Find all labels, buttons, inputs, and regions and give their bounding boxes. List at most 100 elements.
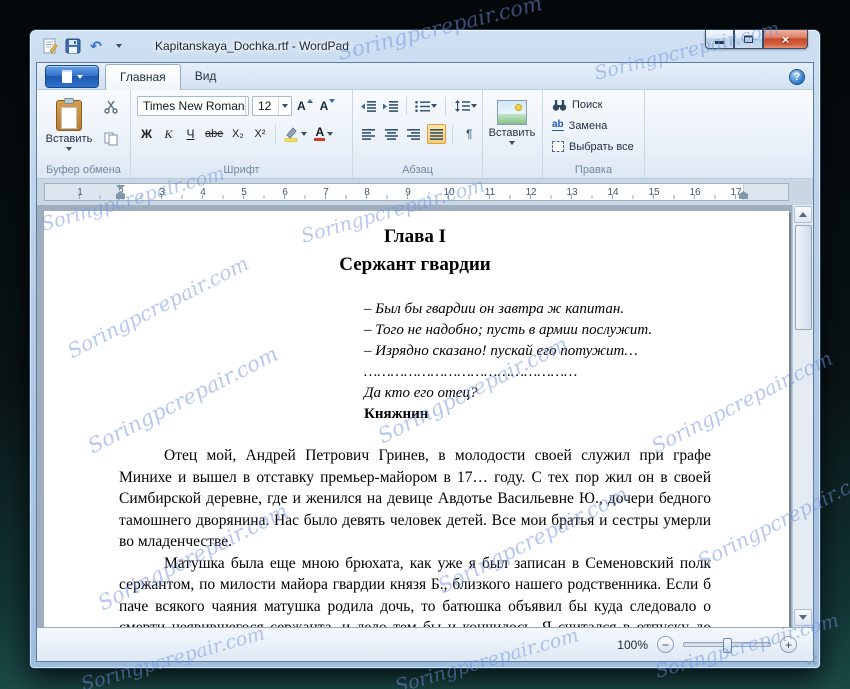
paragraph-mark-icon: ¶: [465, 127, 473, 141]
ruler: 1 2 3 4 5 6 7 8 9 10 11 12 13 14 15 16 1: [44, 183, 789, 201]
window-controls: ×: [705, 30, 808, 49]
ribbon-tab-row: Главная Вид ?: [37, 63, 813, 90]
justify-icon: [430, 128, 444, 140]
replace-label: Замена: [568, 119, 608, 132]
select-all-icon: [552, 141, 564, 152]
paste-label: Вставить: [45, 133, 93, 145]
epigraph-line: …………………………………………: [364, 364, 578, 380]
zoom-level: 100%: [617, 637, 648, 652]
highlight-color-button[interactable]: [282, 124, 309, 144]
zoom-slider[interactable]: [683, 638, 771, 653]
qat-customize-dropdown[interactable]: [109, 37, 129, 55]
paragraph: Матушка была еще мною брюхата, как уже я…: [119, 554, 711, 628]
strikethrough-button[interactable]: abe: [203, 124, 225, 144]
decrease-indent-icon: [360, 100, 376, 112]
font-size-combo[interactable]: 12: [252, 96, 292, 116]
bulleted-list-icon: [415, 100, 431, 112]
ruler-number: 9: [405, 187, 411, 198]
ruler-number: 13: [566, 187, 578, 198]
titlebar[interactable]: ↶ Kapitanskaya_Dochka.rtf - WordPad ×: [30, 30, 820, 62]
increase-indent-button[interactable]: [381, 96, 400, 116]
subscript-button[interactable]: X₂: [228, 124, 247, 144]
ruler-number: 15: [648, 187, 660, 198]
find-label: Поиск: [572, 98, 603, 111]
align-right-icon: [407, 128, 421, 140]
align-left-icon: [362, 128, 376, 140]
vertical-scrollbar[interactable]: [792, 205, 813, 627]
save-button[interactable]: [63, 37, 83, 55]
line-spacing-button[interactable]: [452, 96, 479, 116]
align-left-button[interactable]: [359, 124, 379, 144]
zoom-out-button[interactable]: −: [657, 636, 674, 653]
zoom-slider-thumb[interactable]: [723, 638, 732, 653]
underline-button[interactable]: Ч: [181, 124, 200, 144]
zoom-controls: 100% − +: [617, 628, 797, 661]
copy-button[interactable]: [99, 128, 123, 150]
italic-button[interactable]: К: [159, 124, 178, 144]
ruler-number: 16: [689, 187, 701, 198]
ruler-number: 1: [77, 187, 83, 198]
font-family-combo[interactable]: Times New Roman: [137, 96, 249, 116]
replace-button[interactable]: ab Замена: [549, 116, 642, 135]
document-page[interactable]: Глава I Сержант гвардии – Был бы гвардии…: [44, 211, 789, 627]
maximize-button[interactable]: [734, 30, 763, 49]
align-center-button[interactable]: [382, 124, 402, 144]
binoculars-icon: [552, 99, 567, 111]
grow-font-button[interactable]: А: [295, 96, 315, 116]
scroll-down-button[interactable]: [794, 609, 812, 626]
align-right-button[interactable]: [404, 124, 424, 144]
ruler-number: 5: [241, 187, 247, 198]
chapter-subheading: Сержант гвардии: [339, 254, 491, 275]
font-color-button[interactable]: А: [312, 124, 335, 144]
ribbon: Вставить Буфер обмена Times New Roman 12…: [37, 90, 813, 179]
group-clipboard: Вставить Буфер обмена: [37, 90, 131, 178]
shrink-font-button[interactable]: А: [318, 96, 338, 116]
scrollbar-thumb[interactable]: [795, 225, 812, 330]
body-text: Отец мой, Андрей Петрович Гринев, в моло…: [119, 445, 711, 627]
ruler-number: 4: [200, 187, 206, 198]
group-label-paragraph: Абзац: [402, 164, 433, 176]
ruler-right-margin: [743, 184, 788, 200]
paste-button[interactable]: Вставить: [43, 94, 95, 152]
find-button[interactable]: Поиск: [549, 95, 642, 114]
picture-icon: [497, 100, 527, 125]
arrow-up-icon: [799, 212, 807, 217]
resize-grip[interactable]: [806, 654, 818, 666]
application-menu-button[interactable]: [45, 65, 99, 88]
ruler-number: 10: [443, 187, 455, 198]
arrow-down-icon: [799, 615, 807, 620]
clipboard-small-buttons: [99, 96, 123, 150]
ruler-number: 12: [525, 187, 537, 198]
superscript-button[interactable]: X²: [250, 124, 269, 144]
epigraph-line: Да кто его отец?: [364, 385, 478, 401]
chevron-down-icon: [509, 141, 515, 145]
align-center-icon: [384, 128, 398, 140]
minimize-button[interactable]: [705, 30, 734, 49]
list-button[interactable]: [413, 96, 440, 116]
zoom-in-button[interactable]: +: [780, 636, 797, 653]
window-title: Kapitanskaya_Dochka.rtf - WordPad: [155, 39, 349, 53]
wordpad-app-icon[interactable]: [40, 37, 60, 55]
line-spacing-icon: [454, 100, 470, 112]
epigraph-line: – Того не надобно; пусть в армии послужи…: [364, 322, 653, 338]
undo-button[interactable]: ↶: [86, 37, 106, 55]
maximize-icon: [744, 35, 753, 43]
tab-home[interactable]: Главная: [105, 64, 181, 90]
insert-button[interactable]: Вставить: [486, 94, 538, 146]
document-area: Глава I Сержант гвардии – Был бы гвардии…: [37, 205, 813, 627]
bold-button[interactable]: Ж: [137, 124, 156, 144]
chevron-down-icon: [301, 132, 308, 136]
decrease-indent-button[interactable]: [359, 96, 378, 116]
scroll-up-button[interactable]: [794, 206, 812, 223]
help-button[interactable]: ?: [789, 69, 805, 85]
justify-button[interactable]: [426, 124, 447, 144]
select-all-button[interactable]: Выбрать все: [549, 137, 642, 156]
epigraph: – Был бы гвардии он завтра ж капитан. – …: [364, 299, 711, 404]
close-button[interactable]: ×: [763, 30, 808, 49]
cut-button[interactable]: [99, 96, 123, 118]
tab-view[interactable]: Вид: [181, 64, 231, 89]
chevron-down-icon: [76, 74, 83, 79]
paragraph-dialog-button[interactable]: ¶: [459, 124, 479, 144]
ruler-number: 7: [323, 187, 329, 198]
group-editing: Поиск ab Замена Выбрать все Правка: [543, 90, 645, 178]
